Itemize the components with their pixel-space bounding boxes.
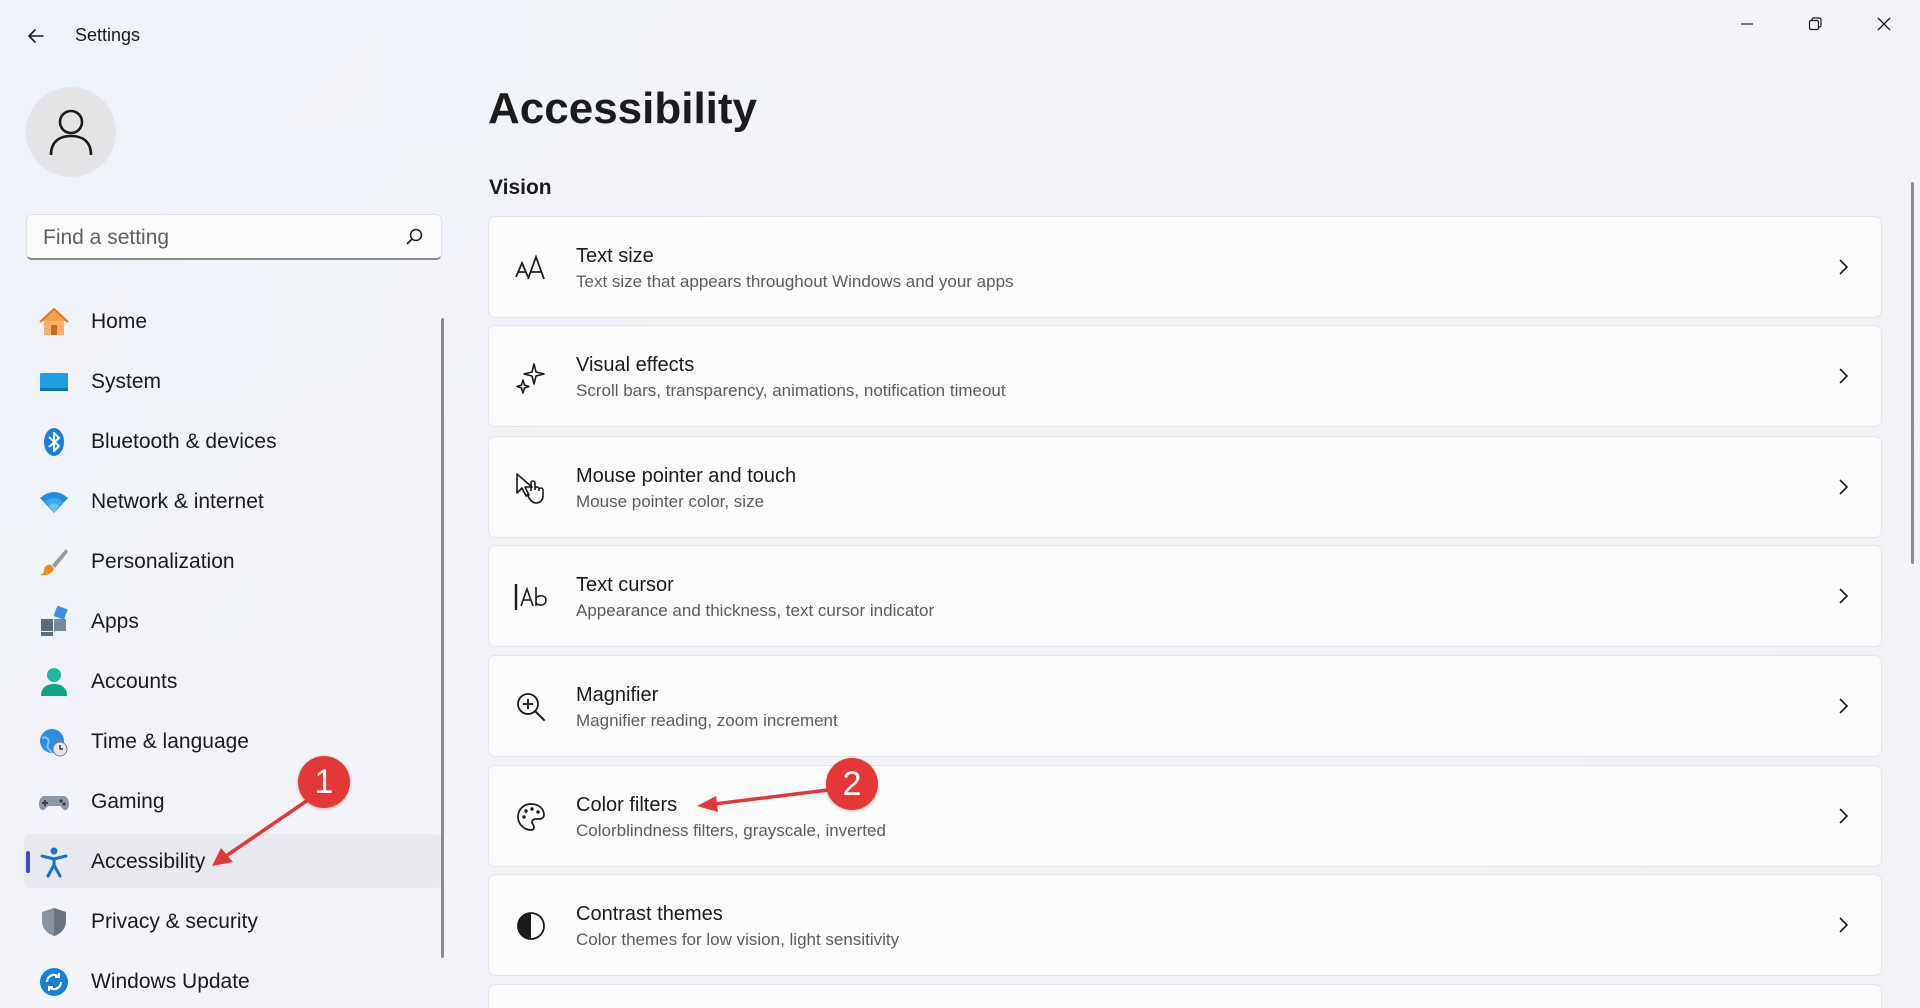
pointer-touch-icon	[513, 470, 549, 506]
bluetooth-icon	[38, 426, 70, 458]
chevron-right-icon	[1839, 588, 1849, 604]
chevron-right-icon	[1839, 368, 1849, 384]
card-title: Visual effects	[576, 354, 695, 376]
accessibility-icon	[38, 846, 70, 878]
sidebar-item-label: Network & internet	[91, 490, 264, 513]
main-scrollbar[interactable]	[1911, 182, 1914, 564]
magnifier-icon	[513, 689, 549, 725]
card-description: Text size that appears throughout Window…	[576, 272, 1014, 291]
setting-card-text-cursor[interactable]: Text cursor Appearance and thickness, te…	[488, 545, 1882, 647]
user-icon	[49, 109, 93, 156]
search-icon	[406, 228, 423, 245]
card-description: Mouse pointer color, size	[576, 492, 765, 511]
card-title: Text cursor	[576, 574, 674, 596]
card-description: Appearance and thickness, text cursor in…	[576, 601, 935, 620]
card-title: Color filters	[576, 794, 678, 816]
restore-button[interactable]	[1787, 8, 1843, 40]
sidebar-nav: Home System Bluetooth & devices Network …	[24, 294, 442, 1008]
sidebar-item-personalization[interactable]: Personalization	[24, 534, 442, 588]
sidebar-item-label: Home	[91, 310, 148, 333]
search-box[interactable]	[26, 214, 442, 261]
card-title: Text size	[576, 245, 654, 267]
sidebar-item-label: System	[91, 370, 162, 393]
wifi-icon	[38, 486, 70, 518]
setting-card-mouse-pointer[interactable]: Mouse pointer and touch Mouse pointer co…	[488, 436, 1882, 538]
avatar[interactable]	[26, 87, 116, 177]
minimize-button[interactable]	[1719, 8, 1775, 40]
chevron-right-icon	[1839, 917, 1849, 933]
card-description: Color themes for low vision, light sensi…	[576, 930, 900, 949]
sidebar-item-network[interactable]: Network & internet	[24, 474, 442, 528]
sidebar-item-label: Bluetooth & devices	[91, 430, 277, 453]
sidebar-item-label: Privacy & security	[91, 910, 258, 933]
sidebar-item-label: Accessibility	[91, 850, 206, 873]
sidebar-item-home[interactable]: Home	[24, 294, 442, 348]
update-icon	[38, 966, 70, 998]
person-icon	[38, 666, 70, 698]
text-cursor-icon	[513, 579, 549, 615]
sparkle-icon	[513, 359, 549, 395]
selection-indicator	[26, 851, 30, 873]
sidebar-item-label: Apps	[91, 610, 139, 633]
close-button[interactable]	[1856, 8, 1912, 40]
sidebar-item-apps[interactable]: Apps	[24, 594, 442, 648]
brush-icon	[38, 546, 70, 578]
setting-card-contrast-themes[interactable]: Contrast themes Color themes for low vis…	[488, 874, 1882, 976]
chevron-right-icon	[1839, 479, 1849, 495]
sidebar-item-bluetooth[interactable]: Bluetooth & devices	[24, 414, 442, 468]
back-button[interactable]	[20, 20, 52, 52]
system-icon	[38, 366, 70, 398]
chevron-right-icon	[1839, 808, 1849, 824]
app-title: Settings	[75, 25, 141, 45]
card-title: Mouse pointer and touch	[576, 465, 797, 487]
palette-icon	[513, 799, 549, 835]
contrast-icon	[513, 908, 549, 944]
shield-icon	[38, 906, 70, 938]
chevron-right-icon	[1839, 698, 1849, 714]
globe-clock-icon	[38, 726, 70, 758]
gamepad-icon	[38, 786, 70, 818]
setting-card-visual-effects[interactable]: Visual effects Scroll bars, transparency…	[488, 325, 1882, 427]
close-icon	[1877, 17, 1891, 31]
back-arrow-icon	[28, 29, 44, 43]
sidebar-item-gaming[interactable]: Gaming	[24, 774, 442, 828]
sidebar-item-label: Personalization	[91, 550, 235, 573]
sidebar-item-label: Windows Update	[91, 970, 250, 993]
sidebar-item-accounts[interactable]: Accounts	[24, 654, 442, 708]
sidebar-scrollbar[interactable]	[441, 318, 444, 958]
restore-icon	[1808, 17, 1822, 31]
home-icon	[38, 306, 70, 338]
card-title: Magnifier	[576, 684, 659, 706]
sidebar-item-time-language[interactable]: Time & language	[24, 714, 442, 768]
search-input[interactable]	[41, 215, 405, 261]
card-description: Colorblindness filters, grayscale, inver…	[576, 821, 886, 840]
card-description: Scroll bars, transparency, animations, n…	[576, 381, 1006, 400]
sidebar-item-label: Accounts	[91, 670, 178, 693]
settings-window: Settings Find a setting Home System Blue…	[0, 0, 1920, 1008]
sidebar-item-windows-update[interactable]: Windows Update	[24, 954, 442, 1008]
chevron-right-icon	[1839, 259, 1849, 275]
annotation-badge-1: 1	[298, 756, 350, 808]
sidebar-item-label: Gaming	[91, 790, 165, 813]
minimize-icon	[1741, 23, 1753, 25]
sidebar-item-privacy-security[interactable]: Privacy & security	[24, 894, 442, 948]
section-title: Vision	[489, 176, 552, 199]
card-description: Magnifier reading, zoom increment	[576, 711, 838, 730]
title-bar: Settings	[0, 0, 1920, 72]
setting-card-text-size[interactable]: Text size Text size that appears through…	[488, 216, 1882, 318]
page-title: Accessibility	[488, 84, 758, 133]
setting-card-partial[interactable]	[488, 984, 1882, 1008]
card-title: Contrast themes	[576, 903, 723, 925]
setting-card-magnifier[interactable]: Magnifier Magnifier reading, zoom increm…	[488, 655, 1882, 757]
sidebar-item-system[interactable]: System	[24, 354, 442, 408]
annotation-badge-2: 2	[826, 758, 878, 810]
sidebar-item-accessibility[interactable]: Accessibility	[24, 834, 442, 888]
setting-card-color-filters[interactable]: Color filters Colorblindness filters, gr…	[488, 765, 1882, 867]
sidebar-item-label: Time & language	[91, 730, 249, 753]
apps-icon	[38, 606, 70, 638]
text-size-icon	[513, 250, 549, 286]
